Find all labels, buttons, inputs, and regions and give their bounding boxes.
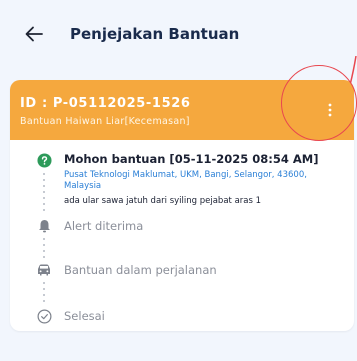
timeline-step-requested: Mohon bantuan [05-11-2025 08:54 AM] Pusa… bbox=[10, 140, 354, 220]
page-title: Penjejakan Bantuan bbox=[70, 25, 240, 43]
arrow-left-icon bbox=[25, 26, 43, 42]
timeline-connector bbox=[43, 171, 45, 213]
timeline-connector bbox=[43, 280, 45, 304]
step-note: ada ular sawa jatuh dari syiling pejabat… bbox=[64, 196, 262, 206]
step-label: Selesai bbox=[64, 309, 105, 323]
timeline-step-done: Selesai bbox=[10, 304, 354, 328]
step-label: Mohon bantuan [05-11-2025 08:54 AM] bbox=[64, 152, 319, 166]
tracking-card: ID : P-05112025-1526 Bantuan Haiwan Liar… bbox=[10, 80, 354, 331]
step-label: Bantuan dalam perjalanan bbox=[64, 263, 217, 277]
bell-icon bbox=[36, 218, 52, 234]
more-options-button[interactable] bbox=[316, 96, 344, 124]
request-id: ID : P-05112025-1526 bbox=[20, 96, 191, 111]
timeline-connector bbox=[43, 236, 45, 258]
timeline-step-alert: Alert diterima bbox=[10, 214, 354, 238]
car-icon bbox=[36, 262, 52, 278]
request-category: Bantuan Haiwan Liar[Kecemasan] bbox=[20, 116, 190, 127]
help-circle-icon bbox=[36, 152, 52, 168]
back-button[interactable] bbox=[22, 22, 46, 46]
check-circle-icon bbox=[36, 308, 52, 324]
more-vertical-icon bbox=[328, 103, 332, 117]
app-header: Penjejakan Bantuan bbox=[0, 0, 357, 70]
step-location: Pusat Teknologi Maklumat, UKM, Bangi, Se… bbox=[64, 170, 307, 191]
timeline-step-on-the-way: Bantuan dalam perjalanan bbox=[10, 258, 354, 282]
card-header: ID : P-05112025-1526 Bantuan Haiwan Liar… bbox=[10, 80, 354, 140]
step-label: Alert diterima bbox=[64, 219, 144, 233]
